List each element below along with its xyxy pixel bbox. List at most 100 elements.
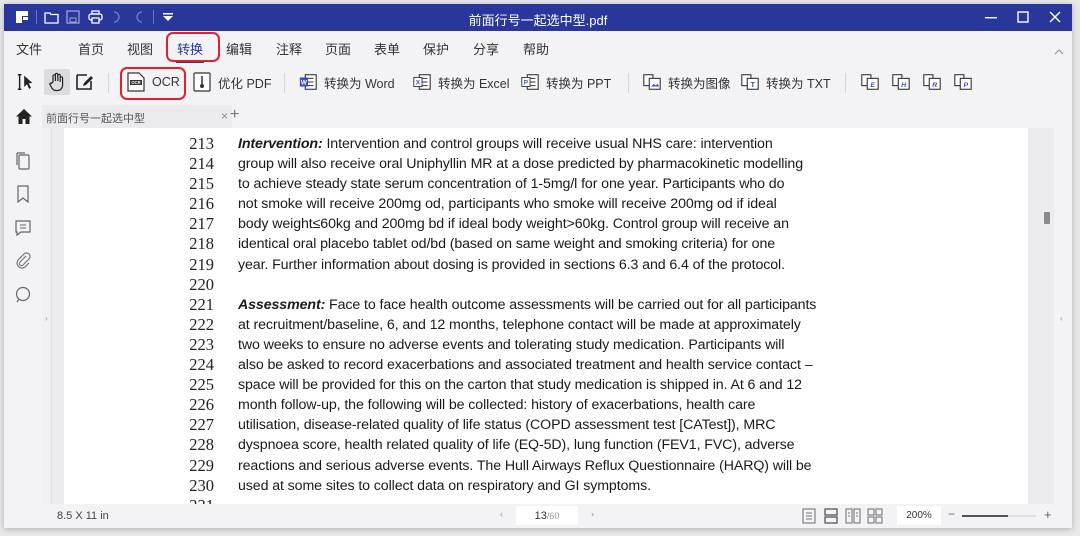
line-body: used at some sites to collect data on re… <box>238 477 651 494</box>
convert-html-button[interactable]: H <box>891 70 911 94</box>
thumbnail-grid-icon[interactable] <box>867 508 883 524</box>
document-line: 228 dyspnoea score, health related qualit… <box>64 435 1028 455</box>
line-number: 229 <box>189 455 214 475</box>
page-margin <box>52 128 64 504</box>
vertical-scrollbar[interactable] <box>1028 128 1054 504</box>
window-title: 前面行号一起选中型.pdf <box>468 13 608 28</box>
hand-tool-button[interactable] <box>44 69 70 95</box>
menu-edit[interactable]: 编辑 <box>226 39 252 58</box>
sidebar-panel-toggle[interactable]: › <box>42 128 52 504</box>
collapse-right-panel-icon[interactable]: ‹ <box>1060 314 1063 323</box>
optimize-pdf-label: 优化 PDF <box>218 76 272 91</box>
menu-page[interactable]: 页面 <box>325 39 351 58</box>
next-page-icon[interactable]: › <box>591 509 594 519</box>
menu-home[interactable]: 首页 <box>78 39 104 58</box>
convert-to-ppt-label: 转换为 PPT <box>546 76 612 91</box>
menu-convert[interactable]: 转换 <box>175 39 205 63</box>
line-number: 225 <box>189 375 214 395</box>
ocr-button[interactable]: OCR OCR <box>126 70 180 94</box>
line-body: to achieve steady state serum concentrat… <box>238 176 785 193</box>
document-line: 222 at recruitment/baseline, 6, and 12 mo… <box>64 315 1028 335</box>
document-line: 224 also be asked to record exacerbations… <box>64 355 1028 375</box>
zoom-slider[interactable] <box>962 515 1036 517</box>
convert-to-image-button[interactable]: 转换为图像 <box>642 70 731 94</box>
single-page-icon[interactable] <box>801 508 817 524</box>
close-icon[interactable] <box>1046 8 1064 26</box>
window-controls <box>982 8 1064 26</box>
add-tab-icon[interactable]: + <box>230 106 239 124</box>
home-icon[interactable] <box>15 108 33 125</box>
svg-text:P: P <box>963 82 968 89</box>
line-body: utilisation, disease-related quality of … <box>238 417 776 434</box>
convert-pdfa-button[interactable]: P <box>953 70 973 94</box>
convert-to-excel-button[interactable]: X 转换为 Excel <box>412 70 510 94</box>
page-number-input[interactable]: 13/60 <box>516 506 578 525</box>
line-body: not smoke will receive 200mg od, partici… <box>238 196 777 213</box>
document-line: 230 used at some sites to collect data on… <box>64 476 1028 496</box>
convert-to-ppt-button[interactable]: P 转换为 PPT <box>520 70 611 94</box>
svg-text:P: P <box>524 80 529 87</box>
scrollbar-thumb[interactable] <box>1044 212 1050 224</box>
zoom-level-input[interactable]: 200% <box>897 506 941 525</box>
edit-tool-button[interactable] <box>74 70 94 94</box>
optimize-pdf-button[interactable]: 优化 PDF <box>192 70 271 94</box>
menu-share[interactable]: 分享 <box>473 39 499 58</box>
svg-text:R: R <box>932 82 937 89</box>
convert-rtf-button[interactable]: R <box>922 70 942 94</box>
line-number: 213 <box>189 134 214 153</box>
document-line: 216 not smoke will receive 200mg od, part… <box>64 194 1028 214</box>
convert-epub-button[interactable]: E <box>860 70 880 94</box>
svg-text:X: X <box>416 80 421 87</box>
line-text: utilisation, disease-related quality of … <box>238 417 775 433</box>
line-body: Intervention and control groups will rec… <box>322 136 773 152</box>
menu-protect[interactable]: 保护 <box>423 39 449 58</box>
collapse-ribbon-icon[interactable] <box>1054 43 1064 55</box>
continuous-page-icon[interactable] <box>823 508 839 524</box>
search-icon[interactable] <box>14 286 32 304</box>
current-page: 13 <box>534 510 547 522</box>
line-body: body weight≤60kg and 200mg bd if ideal b… <box>238 216 789 233</box>
menu-file[interactable]: 文件 <box>16 39 42 58</box>
previous-page-icon[interactable]: ‹ <box>500 509 503 519</box>
convert-epub-icon: E <box>860 71 880 93</box>
comment-icon[interactable] <box>14 219 32 237</box>
divider <box>284 73 285 93</box>
line-body: month follow-up, the following will be c… <box>238 397 756 414</box>
expand-panel-icon[interactable]: › <box>45 314 48 323</box>
document-line: 229 reactions and serious adverse events.… <box>64 456 1028 476</box>
pages-icon[interactable] <box>14 152 32 170</box>
ocr-label: OCR <box>152 75 180 89</box>
line-text: space will be provided for this on the c… <box>238 377 802 393</box>
zoom-out-button[interactable]: − <box>948 507 955 521</box>
menu-form[interactable]: 表单 <box>374 39 400 58</box>
convert-to-image-label: 转换为图像 <box>668 76 731 91</box>
attachment-icon[interactable] <box>14 252 32 270</box>
menu-comment[interactable]: 注释 <box>276 39 302 58</box>
convert-to-word-button[interactable]: W 转换为 Word <box>298 70 395 94</box>
close-tab-icon[interactable]: × <box>221 109 228 123</box>
image-file-icon <box>642 71 662 93</box>
edit-icon <box>74 71 94 93</box>
line-text: year. Further information about dosing i… <box>238 257 785 273</box>
line-body: dyspnoea score, health related quality o… <box>238 437 795 454</box>
menu-view[interactable]: 视图 <box>127 39 153 58</box>
menu-help[interactable]: 帮助 <box>523 39 549 58</box>
excel-file-icon: X <box>412 71 432 93</box>
select-tool-button[interactable] <box>16 70 36 94</box>
maximize-icon[interactable] <box>1014 8 1032 26</box>
line-text: dyspnoea score, health related quality o… <box>238 437 795 454</box>
two-page-icon[interactable] <box>845 508 861 524</box>
divider <box>108 73 109 93</box>
minimize-icon[interactable] <box>982 8 1000 26</box>
zoom-in-button[interactable]: + <box>1044 507 1052 522</box>
left-sidebar <box>4 128 42 504</box>
convert-to-txt-button[interactable]: T 转换为 TXT <box>740 70 831 94</box>
line-text: also be asked to record exacerbations an… <box>238 357 813 373</box>
right-panel-toggle[interactable]: ‹ <box>1054 128 1072 504</box>
line-number: 214 <box>189 154 214 174</box>
line-number: 228 <box>189 435 214 455</box>
pdf-page: 213 Intervention: Intervention and contro… <box>64 128 1028 504</box>
convert-pdfa-icon: P <box>953 71 973 93</box>
document-tab[interactable]: 前面行号一起选中型 × <box>42 105 232 128</box>
bookmark-icon[interactable] <box>14 185 32 204</box>
